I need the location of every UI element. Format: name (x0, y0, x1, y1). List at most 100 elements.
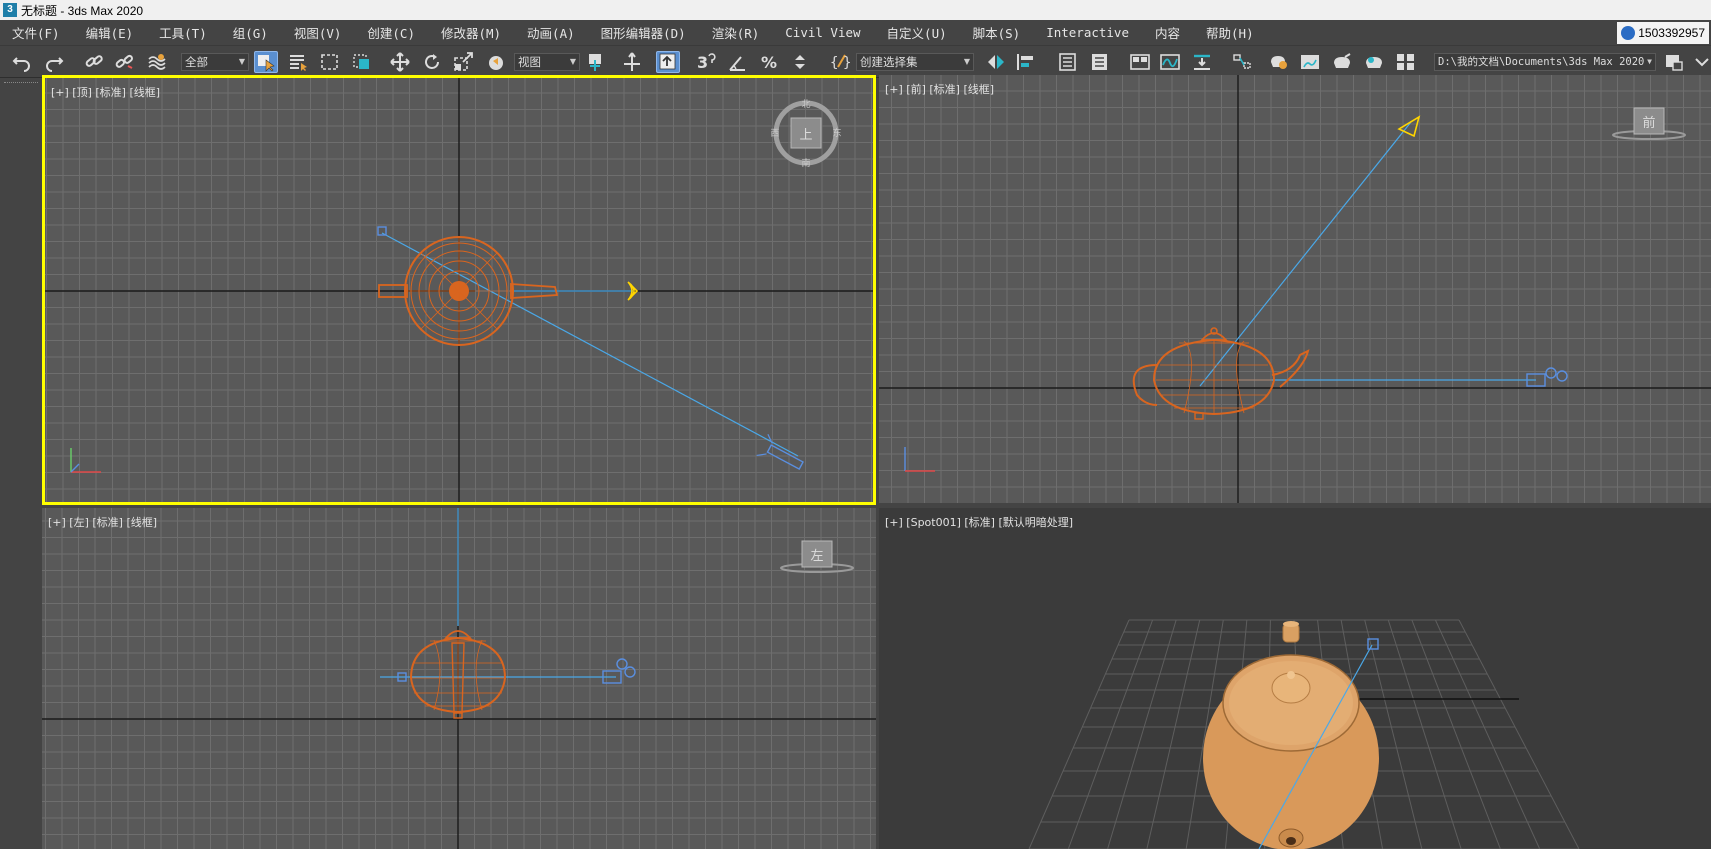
edit-named-selection-icon[interactable]: {} (828, 51, 852, 73)
named-selection-dropdown[interactable]: 创建选择集 ▼ (856, 53, 974, 71)
viewport-spot001-scene (1028, 619, 1580, 849)
undo-icon[interactable] (10, 51, 34, 73)
reference-coord-dropdown[interactable]: 视图 ▼ (514, 53, 580, 71)
viewport-left-label[interactable]: [+] [左] [标准] [线框] (48, 514, 157, 530)
menu-help[interactable]: 帮助(H) (1193, 23, 1267, 42)
menu-graph-editors[interactable]: 图形编辑器(D) (588, 23, 699, 42)
move-icon[interactable] (388, 51, 412, 73)
link-icon[interactable] (82, 51, 106, 73)
viewport-spot001[interactable]: [+] [Spot001] [标准] [默认明暗处理] (879, 508, 1711, 849)
svg-text:3: 3 (697, 53, 708, 72)
viewport-left-scene (380, 508, 636, 719)
viewcube-face-label: 前 (1642, 115, 1655, 131)
axis-tripod-icon (70, 448, 101, 473)
toggle-ribbon-icon[interactable] (1128, 51, 1152, 73)
select-object-icon[interactable] (254, 51, 278, 73)
snaps-toggle-icon[interactable]: 3 (694, 51, 718, 73)
pivot-center-icon[interactable] (584, 51, 608, 73)
angle-snap-icon[interactable] (726, 51, 750, 73)
viewcube-top[interactable]: 上 北 南 东 西 (771, 98, 841, 168)
svg-text:{: { (830, 55, 838, 71)
viewcube-face-label: 上 (799, 128, 812, 143)
bind-space-warp-icon[interactable] (144, 51, 168, 73)
menu-bar: 文件(F) 编辑(E) 工具(T) 组(G) 视图(V) 创建(C) 修改器(M… (0, 20, 1711, 46)
menu-tools[interactable]: 工具(T) (146, 23, 220, 42)
compass-west: 西 (771, 128, 780, 139)
placement-icon[interactable] (484, 51, 508, 73)
scene-explorer-icon[interactable] (1056, 51, 1080, 73)
menu-animation[interactable]: 动画(A) (514, 23, 588, 42)
project-path-value: D:\我的文档\Documents\3ds Max 2020 (1438, 56, 1645, 68)
menu-view[interactable]: 视图(V) (281, 23, 355, 42)
redo-icon[interactable] (42, 51, 66, 73)
render-production-icon[interactable] (1330, 51, 1354, 73)
viewport-top-label[interactable]: [+] [顶] [标准] [线框] (51, 84, 160, 100)
rendered-frame-window-icon[interactable] (1298, 51, 1322, 73)
reference-coord-value: 视图 (518, 55, 541, 69)
curve-editor-icon[interactable] (1158, 51, 1182, 73)
camera-icon (1526, 367, 1568, 387)
menu-scripting[interactable]: 脚本(S) (960, 23, 1034, 42)
menu-customize[interactable]: 自定义(U) (874, 23, 960, 42)
chevron-down-icon: ▼ (963, 57, 970, 66)
chevron-down-icon: ▼ (238, 57, 245, 66)
axis-tripod-icon (904, 447, 935, 472)
align-icon[interactable] (1014, 51, 1038, 73)
user-icon (1621, 26, 1636, 40)
title-bar: 3 无标题 - 3ds Max 2020 (0, 0, 1711, 20)
unlink-icon[interactable] (112, 51, 136, 73)
teapot-wireframe-left (409, 630, 507, 719)
viewport-front-label[interactable]: [+] [前] [标准] [线框] (885, 81, 994, 97)
rotate-icon[interactable] (420, 51, 444, 73)
menu-content[interactable]: 内容 (1142, 23, 1193, 42)
selection-filter-value: 全部 (185, 55, 208, 69)
user-name: 1503392957 (1638, 26, 1705, 40)
percent-snap-icon[interactable]: % (758, 51, 782, 73)
render-online-icon[interactable] (1394, 51, 1418, 73)
keyboard-shortcut-override-icon[interactable] (656, 51, 680, 73)
left-command-strip (0, 78, 42, 849)
window-crossing-icon[interactable] (350, 51, 374, 73)
svg-text:%: % (761, 53, 777, 72)
menu-interactive[interactable]: Interactive (1033, 25, 1142, 40)
menu-modifiers[interactable]: 修改器(M) (428, 23, 514, 42)
spinner-snap-icon[interactable] (788, 51, 812, 73)
menu-edit[interactable]: 编辑(E) (73, 23, 147, 42)
render-iterative-icon[interactable] (1362, 51, 1386, 73)
material-editor-icon[interactable] (1230, 51, 1254, 73)
toolbar-overflow-icon[interactable] (1690, 51, 1711, 73)
viewport-front[interactable]: [+] [前] [标准] [线框] 前 (879, 75, 1711, 503)
project-path-dropdown[interactable]: D:\我的文档\Documents\3ds Max 2020 ▼ (1434, 53, 1656, 71)
viewport-left[interactable]: [+] [左] [标准] [线框] 左 (42, 508, 876, 849)
chevron-down-icon: ▼ (1647, 57, 1652, 66)
camera-icon (756, 434, 804, 470)
select-by-name-icon[interactable] (286, 51, 310, 73)
user-account[interactable]: 1503392957 (1617, 22, 1709, 44)
viewcube-left[interactable]: 左 (777, 538, 857, 578)
layer-explorer-icon[interactable] (1088, 51, 1112, 73)
menu-file[interactable]: 文件(F) (0, 23, 73, 42)
selection-filter-dropdown[interactable]: 全部 ▼ (181, 53, 249, 71)
viewcube-front[interactable]: 前 (1609, 105, 1689, 145)
main-toolbar: 全部 ▼ 视图 ▼ 3 % {} 创建选择集 ▼ D:\我的文档\Documents\… (0, 46, 1711, 78)
viewport-spot001-label[interactable]: [+] [Spot001] [标准] [默认明暗处理] (885, 514, 1073, 530)
compass-east: 东 (832, 127, 841, 139)
rectangular-selection-icon[interactable] (318, 51, 342, 73)
menu-group[interactable]: 组(G) (220, 23, 281, 42)
svg-text:}: } (843, 55, 851, 71)
scale-icon[interactable] (452, 51, 476, 73)
menu-civil-view[interactable]: Civil View (772, 25, 873, 40)
target-icon (377, 226, 387, 236)
schematic-view-icon[interactable] (1190, 51, 1214, 73)
strip-handle[interactable] (4, 82, 38, 84)
menu-create[interactable]: 创建(C) (354, 23, 428, 42)
menu-rendering[interactable]: 渲染(R) (699, 23, 773, 42)
app-icon: 3 (3, 3, 17, 17)
mirror-icon[interactable] (984, 51, 1008, 73)
viewport-top-scene (70, 226, 804, 473)
viewport-top[interactable]: [+] [顶] [标准] [线框] 上 北 南 东 西 (42, 75, 876, 505)
viewcube-face-label: 左 (810, 549, 823, 564)
project-folder-icon[interactable] (1662, 51, 1686, 73)
select-manipulate-icon[interactable] (620, 51, 644, 73)
render-setup-icon[interactable] (1266, 51, 1290, 73)
